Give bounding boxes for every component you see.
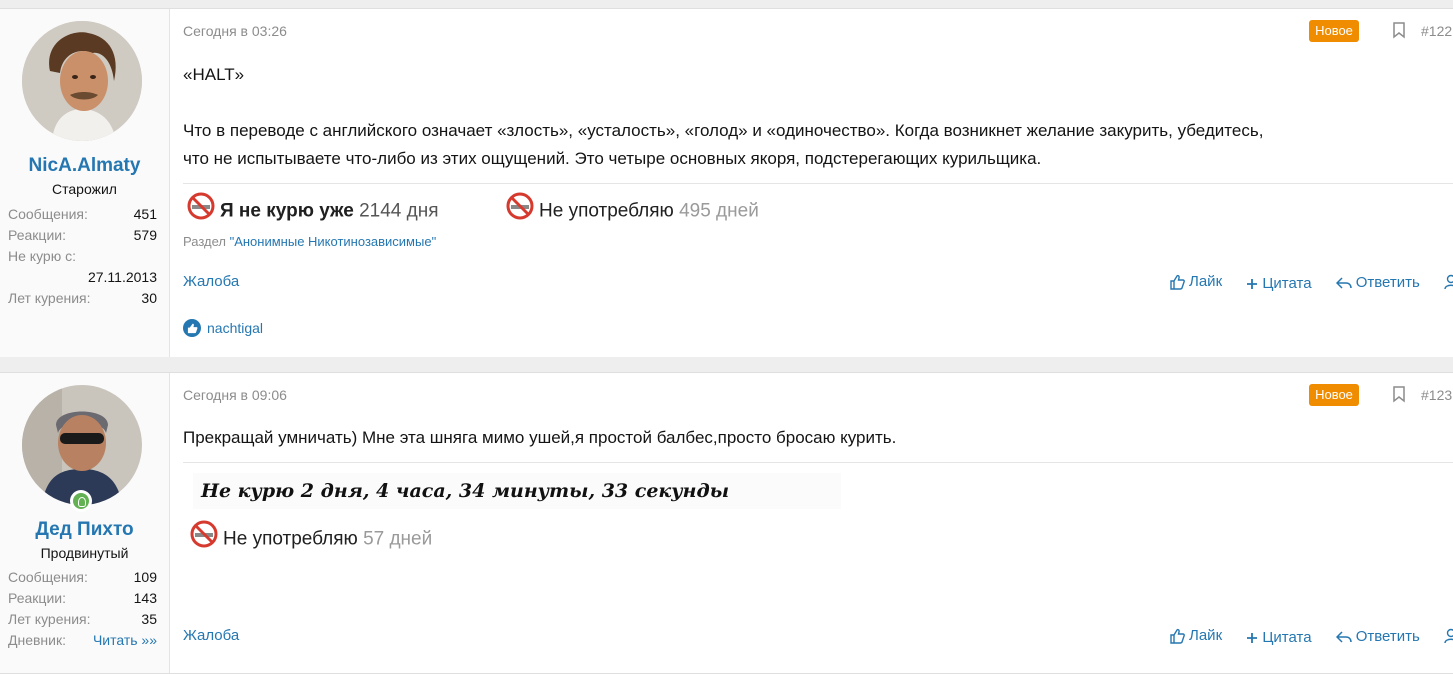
diary-read-link[interactable]: Читать »» [93,632,157,648]
post-number[interactable]: #122 [1421,23,1452,39]
quote-button[interactable]: Цитата [1246,275,1312,292]
report-link[interactable]: Жалоба [183,627,239,644]
reply-button[interactable]: Ответить [1335,274,1420,291]
post-text-line2: Что в переводе с английского означает «з… [183,121,1264,140]
username[interactable]: Дед Пихто [0,519,169,541]
plus-icon [1247,632,1258,643]
thumbs-up-icon [1170,628,1185,644]
stat-quit-date: 27.11.2013 [87,269,157,285]
post-date[interactable]: Сегодня в 09:06 [183,387,287,403]
stat-quit-label: Не курю с: [8,248,76,264]
no-smoking-icon [505,191,535,232]
post-actions: Лайк Цитата Ответить [1169,273,1453,294]
post-number[interactable]: #123 [1421,387,1452,403]
top-strip [0,0,1453,8]
post-123: Дед Пихто Продвинутый Сообщения: 109 Реак… [0,372,1453,674]
post-main: Сегодня в 03:26 Новое #122 «HALT» Что в … [183,9,1453,357]
thumbs-up-icon [1170,274,1185,290]
post-main: Сегодня в 09:06 Новое #123 Прекращай умн… [183,373,1453,673]
new-badge: Новое [1309,384,1359,406]
reply-button[interactable]: Ответить [1335,628,1420,645]
avatar[interactable] [22,385,142,505]
reply-icon [1335,630,1352,643]
avatar[interactable] [22,21,142,141]
no-smoking-icon [189,519,219,560]
stat-reactions: Реакции: 579 [8,227,157,243]
new-badge: Новое [1309,20,1359,42]
stat-reactions: Реакции: 143 [8,590,157,606]
signature-divider [183,462,1453,463]
stat-diary: Дневник: Читать »» [8,632,157,648]
section-link[interactable]: "Анонимные Никотинозависимые" [230,234,437,249]
post-text: Прекращай умничать) Мне эта шняга мимо у… [183,428,897,447]
signature-quit-timer: Не курю 2 дня, 4 часа, 34 минуты, 33 сек… [193,473,841,509]
user-panel: Дед Пихто Продвинутый Сообщения: 109 Реак… [0,373,170,673]
stat-years-smoking: Лет курения: 30 [8,290,157,306]
post-date[interactable]: Сегодня в 03:26 [183,23,287,39]
signature-abstain-counter: Не употребляю 57 дней [189,519,432,551]
post-text-line3: что не испытываете что-либо из этих ощущ… [183,149,1042,168]
reply-icon [1335,276,1352,289]
reactions-bar[interactable]: nachtigal [183,319,263,337]
report-link[interactable]: Жалоба [183,273,239,290]
bookmark-icon[interactable] [1391,21,1409,41]
like-reaction-icon [183,319,201,337]
quote-button[interactable]: Цитата [1246,629,1312,646]
post-actions: Лайк Цитата Ответить [1169,627,1453,648]
plus-icon [1247,278,1258,289]
signature-divider [183,183,1453,184]
signature-quit-counter: Я не курю уже 2144 дня [186,191,438,223]
post-122: NicA.Almaty Старожил Сообщения: 451 Реакц… [0,8,1453,358]
username[interactable]: NicA.Almaty [0,155,169,177]
section-label: Раздел "Анонимные Никотинозависимые" [183,234,437,249]
user-icon[interactable] [1444,628,1453,644]
stat-messages: Сообщения: 109 [8,569,157,585]
bookmark-icon[interactable] [1391,385,1409,405]
online-status-icon [70,490,92,512]
liked-by-user[interactable]: nachtigal [207,320,263,336]
user-icon[interactable] [1444,274,1453,290]
stat-messages: Сообщения: 451 [8,206,157,222]
user-title: Старожил [52,181,117,197]
signature-abstain-counter: Не употребляю 495 дней [505,191,759,223]
stat-years-smoking: Лет курения: 35 [8,611,157,627]
post-text-line1: «HALT» [183,65,245,84]
no-smoking-icon [186,191,216,232]
like-button[interactable]: Лайк [1169,273,1222,290]
user-panel: NicA.Almaty Старожил Сообщения: 451 Реакц… [0,9,170,357]
like-button[interactable]: Лайк [1169,627,1222,644]
user-title: Продвинутый [40,545,129,561]
post-separator [0,357,1453,371]
